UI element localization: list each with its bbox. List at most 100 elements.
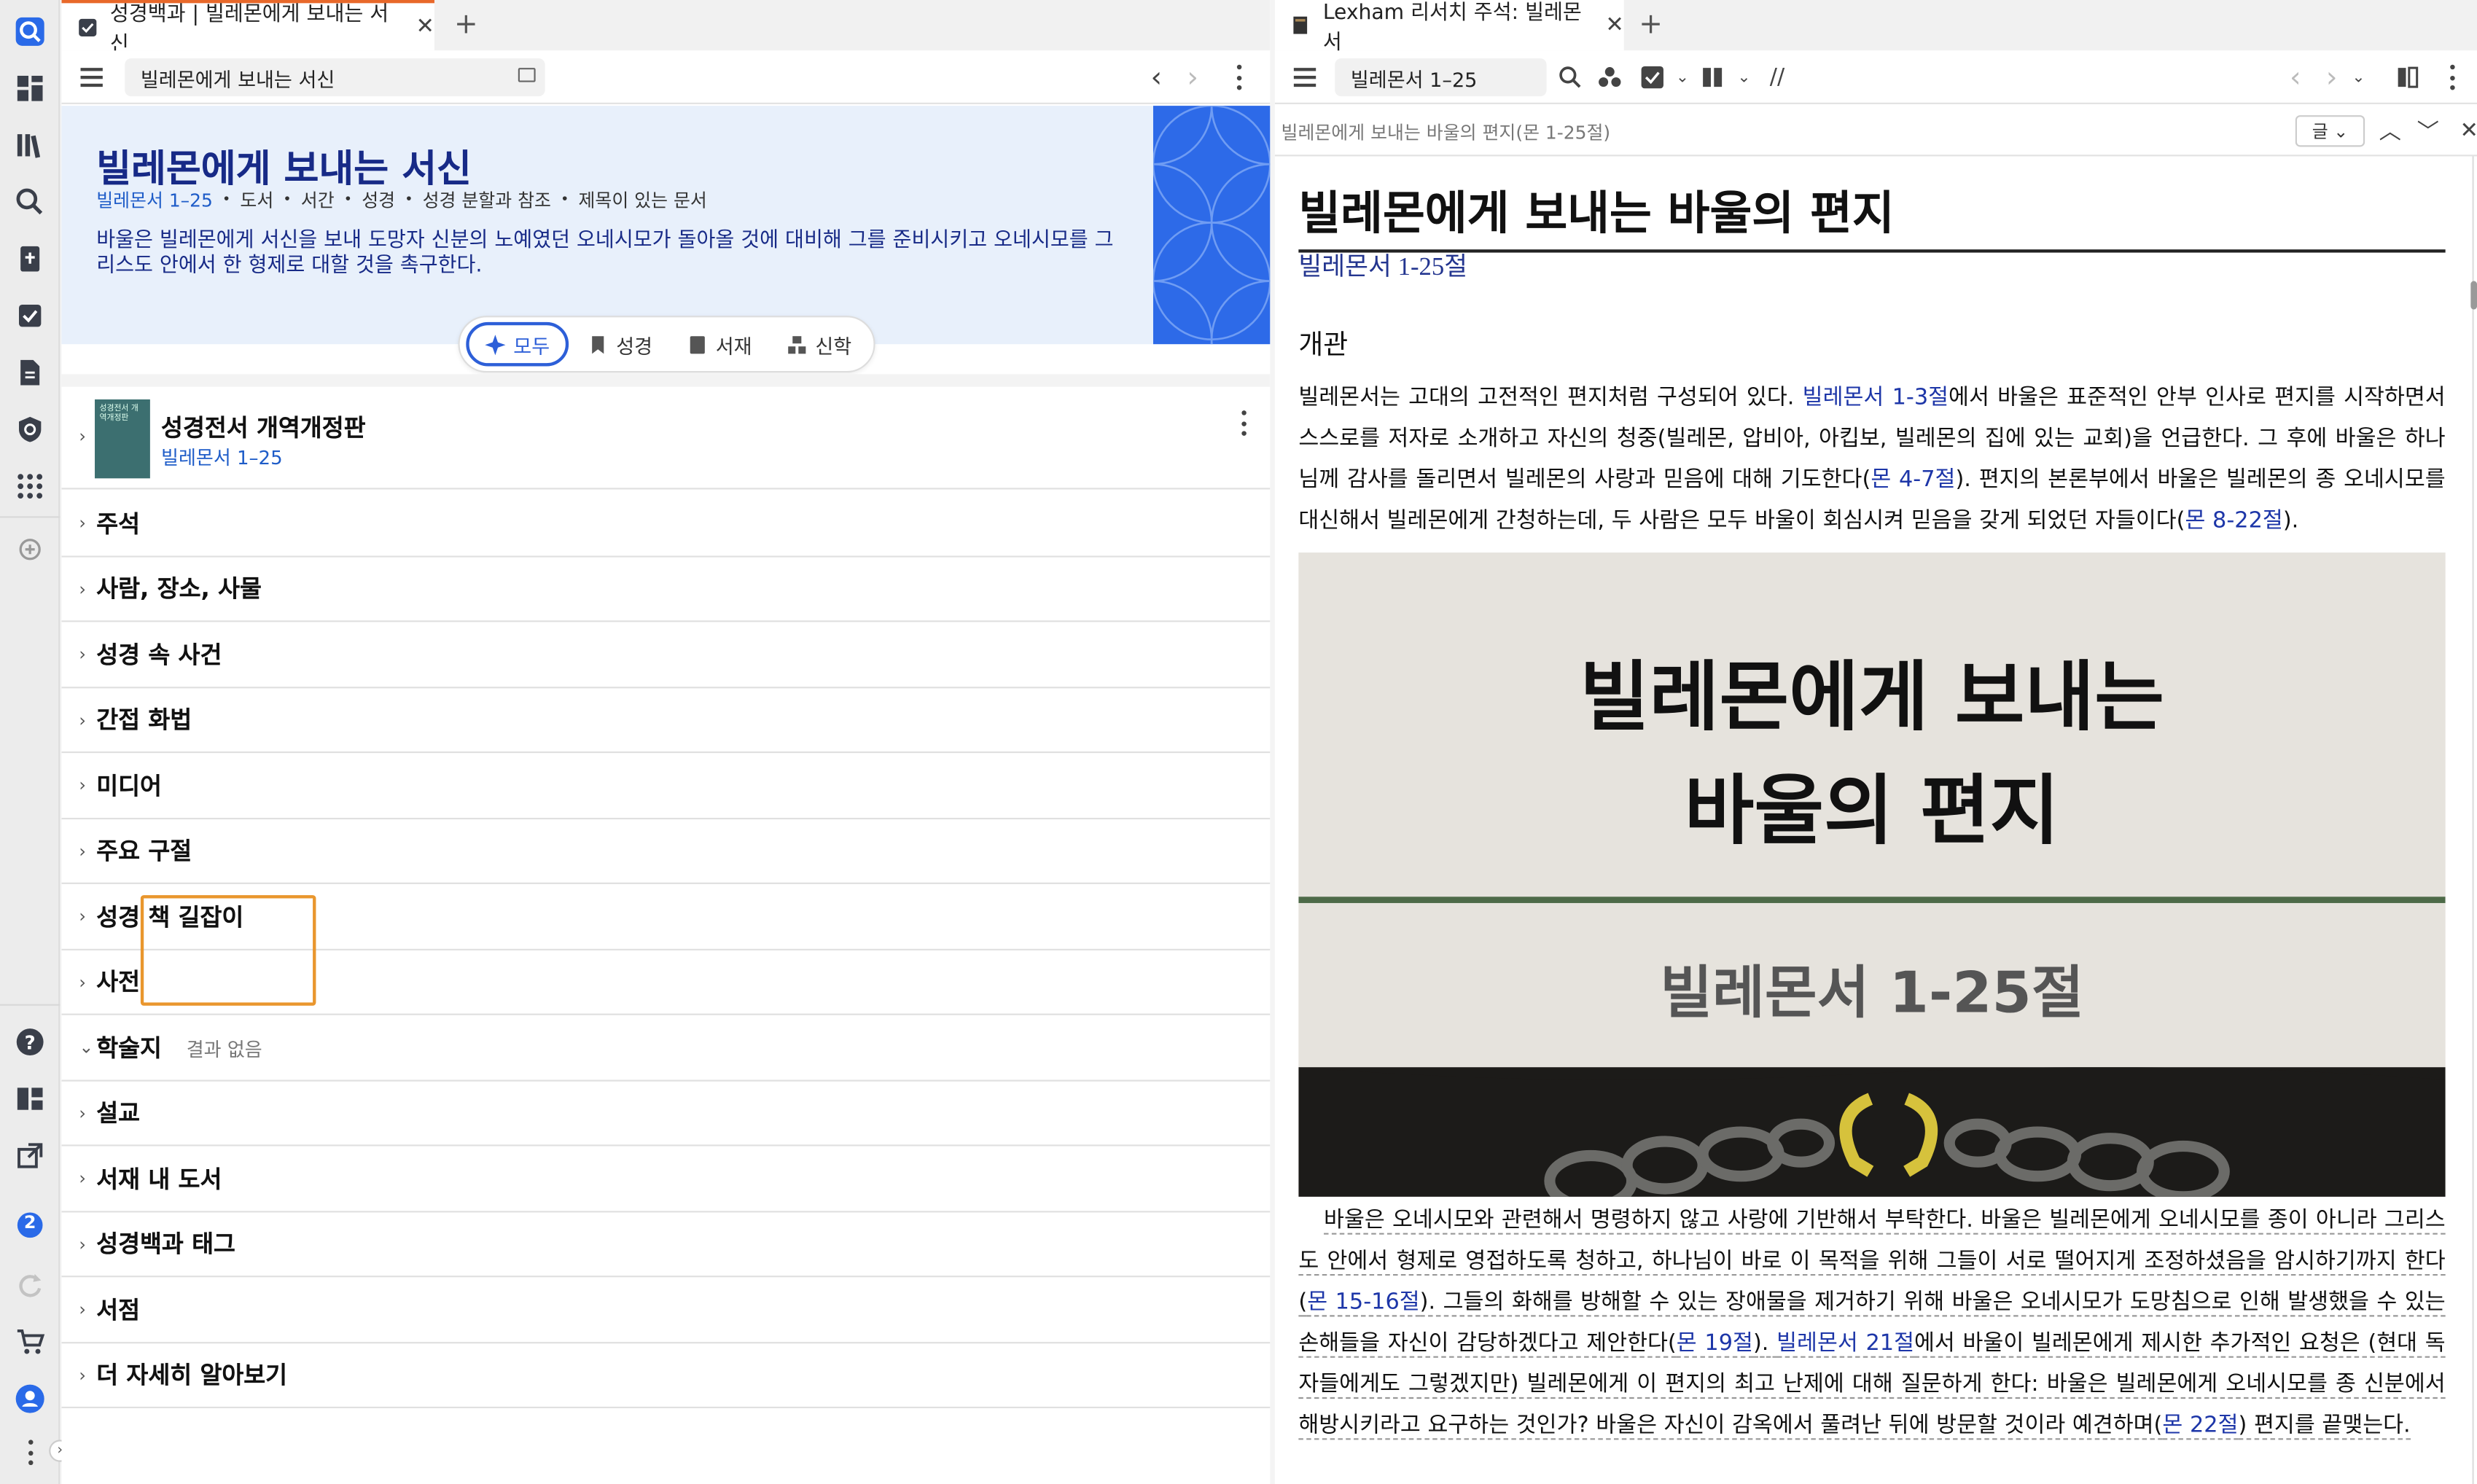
chevron-right-icon[interactable]: ›	[79, 644, 86, 665]
filter-library[interactable]: 서재	[671, 322, 768, 367]
back-icon[interactable]: ‹	[2281, 60, 2309, 93]
factbook-pane: 성경백과 | 빌레몬에게 보내는 서신 ✕ + 빌레몬에게 보내는 서신 ‹ ›…	[61, 0, 1271, 1484]
format-dropdown[interactable]: 글 ⌄	[2295, 115, 2365, 147]
article-reference[interactable]: 빌레몬서 1-25절	[1298, 245, 1467, 283]
scripture-reference-link[interactable]: 빌레몬서 1-3절	[1803, 386, 1949, 411]
visual-filter-icon[interactable]	[1596, 63, 1624, 92]
chevron-right-icon[interactable]: ›	[79, 906, 86, 926]
apps-grid-icon[interactable]	[11, 467, 49, 505]
more-icon[interactable]	[11, 1434, 49, 1472]
section-row[interactable]: › 미디어	[61, 753, 1271, 819]
bible-add-icon[interactable]	[11, 240, 49, 278]
chevron-right-icon[interactable]: ›	[79, 513, 86, 534]
meta-tag[interactable]: 성경 분할과 참조	[423, 188, 551, 214]
factbook-search-input[interactable]: 빌레몬에게 보내는 서신	[125, 58, 545, 97]
chevron-right-icon[interactable]: ›	[79, 1168, 86, 1189]
chevron-right-icon[interactable]: ›	[79, 840, 86, 861]
section-row[interactable]: › 주석	[61, 491, 1271, 557]
dashboard-icon[interactable]	[11, 69, 49, 107]
bible-resource-row[interactable]: › 성경전서 개역개정판 성경전서 개역개정판 빌레몬서 1–25	[61, 388, 1271, 490]
shield-icon[interactable]	[11, 410, 49, 448]
more-options-icon[interactable]	[2449, 64, 2455, 90]
tab-commentary[interactable]: Lexham 리서치 주석: 빌레몬서 ✕	[1274, 0, 1624, 55]
section-row[interactable]: › 성경백과 태그	[61, 1211, 1271, 1278]
search-icon[interactable]	[11, 183, 49, 221]
panel-menu-icon[interactable]	[80, 68, 103, 87]
layout-icon[interactable]	[11, 1080, 49, 1118]
meta-tag[interactable]: 성경	[362, 188, 395, 214]
document-icon[interactable]	[11, 354, 49, 391]
section-row[interactable]: › 사람, 장소, 사물	[61, 557, 1271, 622]
meta-tag[interactable]: 제목이 있는 문서	[578, 188, 706, 214]
close-tab-icon[interactable]: ✕	[416, 14, 434, 39]
checklist-toggle-icon[interactable]	[1638, 63, 1666, 92]
section-row[interactable]: › 서재 내 도서	[61, 1147, 1271, 1212]
forward-icon[interactable]: ›	[1179, 60, 1207, 93]
logos-search-logo-icon[interactable]	[11, 12, 49, 50]
reference-input[interactable]: 빌레몬서 1–25	[1335, 58, 1547, 97]
external-window-icon[interactable]	[11, 1137, 49, 1175]
section-row[interactable]: › 설교	[61, 1081, 1271, 1147]
panel-menu-icon[interactable]	[1293, 68, 1316, 87]
new-tab-button[interactable]: +	[448, 8, 483, 41]
scripture-reference-link[interactable]: 빌레몬서 21절	[1776, 1330, 1915, 1358]
meta-tag[interactable]: 서간	[301, 188, 335, 214]
section-row[interactable]: › 성경 속 사건	[61, 622, 1271, 688]
chevron-down-icon[interactable]: ﹀	[2414, 117, 2442, 146]
scripture-reference-link[interactable]: 몬 8-22절	[2185, 508, 2283, 534]
scripture-reference-link[interactable]: 몬 19절	[1676, 1330, 1753, 1358]
search-icon[interactable]	[1556, 63, 1585, 92]
chevron-down-icon[interactable]: ⌄	[1668, 63, 1696, 92]
filter-bible[interactable]: 성경	[572, 322, 668, 367]
scripture-reference-link[interactable]: 몬 22절	[2162, 1413, 2239, 1440]
factbook-tab-icon	[77, 16, 99, 38]
scripture-reference-link[interactable]: 몬 4-7절	[1871, 467, 1955, 493]
scroll-track[interactable]	[2472, 156, 2474, 1484]
chevron-right-icon[interactable]: ›	[79, 972, 86, 992]
tab-factbook[interactable]: 성경백과 | 빌레몬에게 보내는 서신 ✕	[61, 0, 434, 57]
chevron-right-icon[interactable]: ›	[79, 579, 86, 599]
section-row[interactable]: ⌄ 학술지 결과 없음	[61, 1015, 1271, 1081]
notification-badge[interactable]: 2	[11, 1206, 49, 1244]
section-row[interactable]: › 서점	[61, 1277, 1271, 1343]
account-icon[interactable]	[11, 1380, 49, 1418]
checklist-icon[interactable]	[11, 297, 49, 335]
chevron-right-icon[interactable]: ›	[79, 776, 86, 796]
history-chevron-icon[interactable]: ⌄	[2344, 63, 2373, 92]
interlinear-icon[interactable]: //	[1763, 63, 1791, 92]
section-row[interactable]: › 간접 화법	[61, 687, 1271, 754]
help-icon[interactable]: ?	[11, 1023, 49, 1061]
filter-theology[interactable]: 신학	[771, 322, 867, 367]
add-circle-icon[interactable]	[11, 531, 49, 569]
forward-icon[interactable]: ›	[2317, 60, 2346, 93]
library-icon[interactable]	[11, 126, 49, 164]
meta-reference-link[interactable]: 빌레몬서 1–25	[96, 188, 213, 214]
parallel-icon[interactable]	[1698, 63, 1727, 92]
chevron-right-icon[interactable]: ›	[79, 426, 86, 447]
split-view-icon[interactable]	[2393, 63, 2422, 92]
book-more-icon[interactable]	[1240, 410, 1247, 436]
keyboard-icon[interactable]	[518, 68, 536, 82]
new-tab-button[interactable]: +	[1634, 8, 1669, 41]
meta-tag[interactable]: 도서	[240, 188, 273, 214]
more-options-icon[interactable]	[1236, 64, 1242, 90]
filter-all[interactable]: 모두	[466, 321, 569, 367]
scripture-reference-link[interactable]: 몬 15-16절	[1307, 1289, 1420, 1317]
chevron-down-icon[interactable]: ⌄	[1730, 63, 1758, 92]
back-icon[interactable]: ‹	[1142, 60, 1171, 93]
scrollbar-thumb[interactable]	[2470, 281, 2477, 310]
chevron-right-icon[interactable]: ›	[79, 710, 86, 730]
close-icon[interactable]: ✕	[2455, 117, 2477, 145]
chevron-right-icon[interactable]: ›	[79, 1300, 86, 1320]
chevron-down-icon[interactable]: ⌄	[79, 1037, 93, 1058]
chevron-right-icon[interactable]: ›	[79, 1234, 86, 1254]
chevron-up-icon[interactable]: ︿	[2376, 117, 2404, 146]
cart-icon[interactable]	[11, 1323, 49, 1361]
section-row[interactable]: › 더 자세히 알아보기	[61, 1343, 1271, 1409]
book-reference-link[interactable]: 빌레몬서 1–25	[161, 444, 283, 471]
section-row[interactable]: › 주요 구절	[61, 819, 1271, 884]
close-tab-icon[interactable]: ✕	[1605, 12, 1623, 38]
chevron-right-icon[interactable]: ›	[79, 1365, 86, 1386]
sync-icon[interactable]	[11, 1266, 49, 1304]
chevron-right-icon[interactable]: ›	[79, 1103, 86, 1123]
